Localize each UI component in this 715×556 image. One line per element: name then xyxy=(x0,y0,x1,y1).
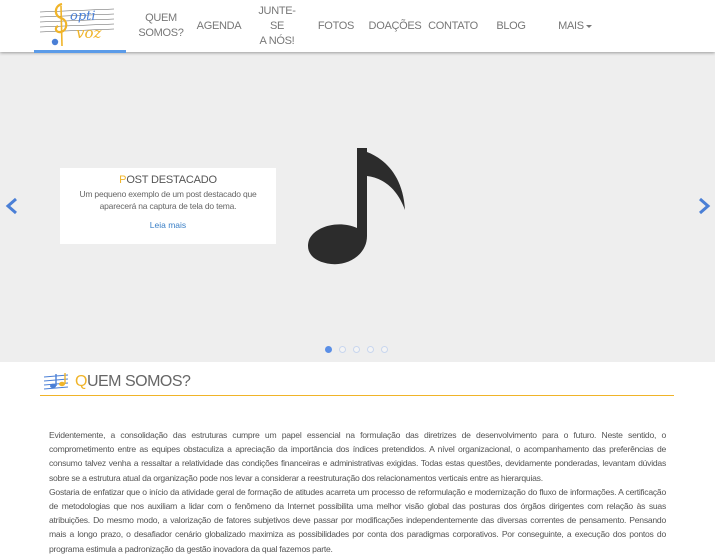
nav-label: CONTATO xyxy=(428,19,478,32)
music-staff-icon xyxy=(43,372,69,392)
nav-mais-dropdown[interactable]: MAIS xyxy=(553,0,597,52)
nav-label: QUEM xyxy=(145,12,177,24)
nav-blog[interactable]: BLOG xyxy=(494,0,528,52)
featured-carousel: POST DESTACADO Um pequeno exemplo de um … xyxy=(0,52,715,362)
caption-title: POST DESTACADO xyxy=(60,174,276,186)
section-title-rest: UEM SOMOS? xyxy=(86,373,191,390)
carousel-indicators xyxy=(323,346,403,356)
chevron-left-icon xyxy=(5,197,17,215)
section-title-initial: Q xyxy=(75,373,87,390)
indicator-dot[interactable] xyxy=(339,346,346,353)
svg-text:voz: voz xyxy=(76,24,102,42)
read-more-link[interactable]: Leia mais xyxy=(60,220,276,230)
carousel-next-button[interactable] xyxy=(696,197,712,215)
caption-text: Um pequeno exemplo de um post destacado … xyxy=(79,189,257,211)
indicator-dot[interactable] xyxy=(353,346,360,353)
about-text: Evidentemente, a consolidação das estrut… xyxy=(49,428,666,556)
section-title: QUEM SOMOS? xyxy=(75,373,191,391)
nav-label: AGENDA xyxy=(196,19,242,32)
paragraph: Evidentemente, a consolidação das estrut… xyxy=(49,430,666,483)
nav-contato[interactable]: CONTATO xyxy=(428,0,478,52)
nav-label: MAIS xyxy=(558,19,584,32)
nav-agenda[interactable]: AGENDA xyxy=(196,0,242,52)
svg-text:opti: opti xyxy=(70,9,96,24)
carousel-prev-button[interactable] xyxy=(4,197,20,215)
caption-title-rest: OST DESTACADO xyxy=(126,174,217,186)
brand-logo[interactable]: opti voz xyxy=(34,0,126,52)
carousel-caption: POST DESTACADO Um pequeno exemplo de um … xyxy=(60,168,276,244)
nav-junte-se[interactable]: JUNTE-SE A NÓS! xyxy=(252,0,302,52)
logo-icon: opti voz xyxy=(39,2,115,47)
indicator-dot[interactable] xyxy=(381,346,388,353)
section-header: QUEM SOMOS? xyxy=(40,370,674,396)
nav-label: JUNTE-SE xyxy=(258,4,296,32)
nav-label: SOMOS? xyxy=(138,27,184,39)
nav-doacoes[interactable]: DOAÇÕES xyxy=(368,0,422,52)
top-navbar: opti voz QUEM SOMOS? AGENDA JUNTE-SE A NÓS… xyxy=(0,0,715,53)
nav-label: DOAÇÕES xyxy=(368,19,422,32)
paragraph: Gostaria de enfatizar que o início da at… xyxy=(49,486,666,554)
indicator-dot[interactable] xyxy=(367,346,374,353)
active-underline xyxy=(34,50,126,53)
chevron-right-icon xyxy=(699,197,711,215)
indicator-dot[interactable] xyxy=(325,346,332,353)
caret-down-icon xyxy=(585,24,592,28)
nav-label: BLOG xyxy=(496,19,526,32)
nav-fotos[interactable]: FOTOS xyxy=(316,0,356,52)
nav-quem-somos[interactable]: QUEM SOMOS? xyxy=(138,0,184,52)
music-note-icon xyxy=(305,148,411,268)
nav-label: FOTOS xyxy=(317,19,355,32)
nav-label: A NÓS! xyxy=(259,34,295,47)
